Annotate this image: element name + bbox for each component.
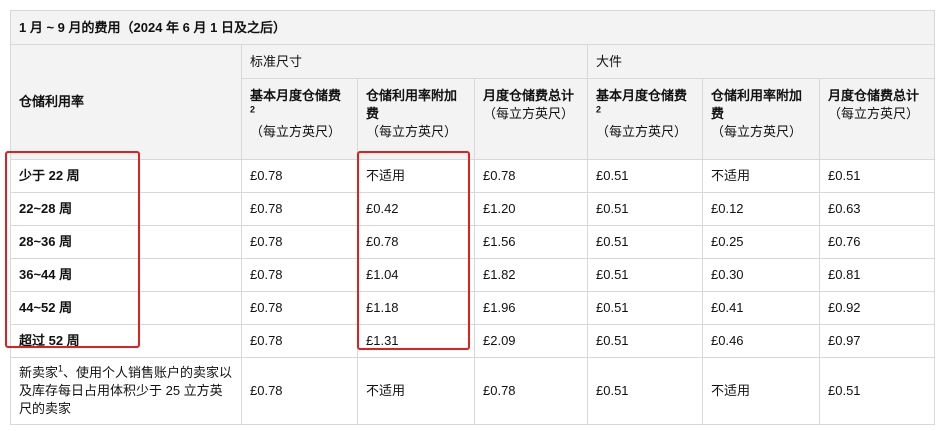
std-base-cell: £0.78: [241, 225, 358, 259]
table-row: 超过 52 周 £0.78 £1.31 £2.09 £0.51 £0.46 £0…: [10, 324, 936, 358]
std-surcharge-header: 仓储利用率附加费 （每立方英尺）: [357, 78, 475, 160]
ovr-surcharge-cell: 不适用: [702, 159, 820, 193]
row-label: 少于 22 周: [10, 159, 242, 193]
std-total-cell: £0.78: [474, 159, 588, 193]
row-label: 28~36 周: [10, 225, 242, 259]
utilization-header: 仓储利用率: [10, 44, 242, 160]
std-base-cell: £0.78: [241, 258, 358, 292]
std-surcharge-cell: £1.04: [357, 258, 475, 292]
ovr-surcharge-cell: £0.41: [702, 291, 820, 325]
header-text: 基本月度仓储费: [596, 88, 688, 103]
std-base-cell: £0.78: [241, 357, 358, 425]
std-total-cell: £1.96: [474, 291, 588, 325]
unit-text: （每立方英尺）: [596, 124, 688, 139]
ovr-base-cell: £0.51: [587, 357, 703, 425]
std-total-cell: £0.78: [474, 357, 588, 425]
storage-fee-table: 1 月 ~ 9 月的费用（2024 年 6 月 1 日及之后） 仓储利用率 标准…: [9, 10, 936, 425]
standard-size-header: 标准尺寸: [241, 44, 588, 79]
row-label: 44~52 周: [10, 291, 242, 325]
header-text: 基本月度仓储费: [250, 88, 342, 103]
std-surcharge-cell: £1.31: [357, 324, 475, 358]
ovr-base-cell: £0.51: [587, 324, 703, 358]
ovr-surcharge-cell: 不适用: [702, 357, 820, 425]
std-base-cell: £0.78: [241, 324, 358, 358]
std-base-cell: £0.78: [241, 291, 358, 325]
header-text: 仓储利用率附加费: [366, 88, 458, 121]
ovr-base-cell: £0.51: [587, 225, 703, 259]
ovr-total-cell: £0.63: [818, 192, 936, 226]
ovr-total-cell: £0.51: [818, 357, 936, 425]
ovr-surcharge-cell: £0.46: [702, 324, 820, 358]
footnote-2: 2: [250, 104, 256, 115]
unit-text: （每立方英尺）: [483, 106, 575, 121]
table-row: 36~44 周 £0.78 £1.04 £1.82 £0.51 £0.30 £0…: [10, 258, 936, 292]
ovr-base-cell: £0.51: [587, 291, 703, 325]
std-base-fee-header: 基本月度仓储费 2 （每立方英尺）: [241, 78, 358, 160]
ovr-total-cell: £0.51: [818, 159, 936, 193]
footnote-2: 2: [596, 104, 602, 115]
ovr-total-cell: £0.81: [818, 258, 936, 292]
ovr-surcharge-cell: £0.12: [702, 192, 820, 226]
std-base-cell: £0.78: [241, 159, 358, 193]
std-total-cell: £1.82: [474, 258, 588, 292]
row-label: 36~44 周: [10, 258, 242, 292]
ovr-base-cell: £0.51: [587, 192, 703, 226]
std-surcharge-cell: £1.18: [357, 291, 475, 325]
std-surcharge-cell: £0.78: [357, 225, 475, 259]
table-row: 28~36 周 £0.78 £0.78 £1.56 £0.51 £0.25 £0…: [10, 225, 936, 259]
ovr-total-header: 月度仓储费总计 （每立方英尺）: [818, 78, 936, 160]
std-surcharge-cell: 不适用: [357, 159, 475, 193]
row-label: 22~28 周: [10, 192, 242, 226]
ovr-total-cell: £0.92: [818, 291, 936, 325]
new-seller-row: 新卖家1、使用个人销售账户的卖家以及库存每日占用体积少于 25 立方英尺的卖家 …: [10, 357, 936, 425]
unit-text: （每立方英尺）: [711, 124, 803, 139]
ovr-base-fee-header: 基本月度仓储费 2 （每立方英尺）: [587, 78, 703, 160]
ovr-base-cell: £0.51: [587, 159, 703, 193]
new-seller-text: 新卖家: [19, 365, 59, 380]
ovr-surcharge-header: 仓储利用率附加费 （每立方英尺）: [702, 78, 820, 160]
new-seller-label: 新卖家1、使用个人销售账户的卖家以及库存每日占用体积少于 25 立方英尺的卖家: [10, 357, 242, 425]
ovr-surcharge-cell: £0.30: [702, 258, 820, 292]
oversize-header: 大件: [586, 44, 936, 79]
header-text: 月度仓储费总计: [483, 88, 575, 103]
table-row: 22~28 周 £0.78 £0.42 £1.20 £0.51 £0.12 £0…: [10, 192, 936, 226]
std-surcharge-cell: £0.42: [357, 192, 475, 226]
table-row: 44~52 周 £0.78 £1.18 £1.96 £0.51 £0.41 £0…: [10, 291, 936, 325]
unit-text: （每立方英尺）: [828, 106, 920, 121]
std-total-cell: £1.20: [474, 192, 588, 226]
header-text: 月度仓储费总计: [828, 88, 920, 103]
std-total-header: 月度仓储费总计 （每立方英尺）: [474, 78, 588, 160]
header-text: 仓储利用率附加费: [711, 88, 803, 121]
ovr-total-cell: £0.97: [818, 324, 936, 358]
ovr-total-cell: £0.76: [818, 225, 936, 259]
ovr-base-cell: £0.51: [587, 258, 703, 292]
std-total-cell: £2.09: [474, 324, 588, 358]
table-row: 少于 22 周 £0.78 不适用 £0.78 £0.51 不适用 £0.51: [10, 159, 936, 193]
unit-text: （每立方英尺）: [250, 124, 342, 139]
unit-text: （每立方英尺）: [366, 124, 458, 139]
std-total-cell: £1.56: [474, 225, 588, 259]
std-base-cell: £0.78: [241, 192, 358, 226]
ovr-surcharge-cell: £0.25: [702, 225, 820, 259]
std-surcharge-cell: 不适用: [357, 357, 475, 425]
table-title: 1 月 ~ 9 月的费用（2024 年 6 月 1 日及之后）: [9, 10, 936, 45]
row-label: 超过 52 周: [10, 324, 242, 358]
